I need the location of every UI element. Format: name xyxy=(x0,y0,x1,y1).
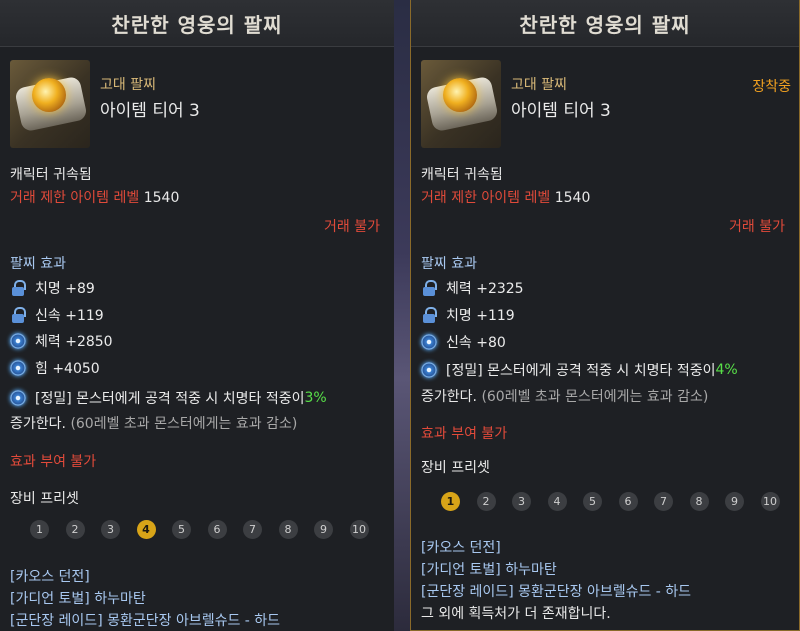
preset-8-button[interactable]: 8 xyxy=(278,520,298,539)
trade-status: 거래 불가 xyxy=(324,219,380,235)
lock-icon xyxy=(421,307,437,323)
acquisition-source: 그 외에 획득처가 더 존재합니다. xyxy=(421,606,611,622)
preset-1-button[interactable]: 1 xyxy=(30,520,49,539)
special-note: (60레벨 초과 몬스터에게는 효과 감소) xyxy=(481,389,709,405)
preset-6-button[interactable]: 6 xyxy=(618,492,638,511)
preset-6-button[interactable]: 6 xyxy=(207,520,227,539)
preset-list: 1 2 3 4 5 6 7 8 9 10 xyxy=(441,492,796,511)
stat-text: 치명 +89 xyxy=(35,281,95,297)
level-label: 거래 제한 아이템 레벨 xyxy=(10,190,140,206)
preset-4-button[interactable]: 4 xyxy=(547,492,567,511)
level-restriction: 거래 제한 아이템 레벨 1540 xyxy=(10,187,179,207)
preset-8-button[interactable]: 8 xyxy=(689,492,709,511)
level-value: 1540 xyxy=(554,190,591,206)
special-effect: [정밀] 몬스터에게 공격 적중 시 치명타 적중이 3% xyxy=(10,388,327,408)
swirl-icon xyxy=(10,359,26,376)
stat-text: 체력 +2325 xyxy=(446,281,524,297)
swirl-icon xyxy=(10,333,26,349)
acquisition-source[interactable]: [가디언 토벌] 하누마탄 xyxy=(10,588,146,608)
no-grant-text: 효과 부여 불가 xyxy=(421,426,508,442)
lock-icon xyxy=(10,280,26,296)
acquisition-source[interactable]: [카오스 던전] xyxy=(10,566,90,586)
special-text: [정밀] 몬스터에게 공격 적중 시 치명타 적중이 xyxy=(35,391,305,407)
special-value: 3% xyxy=(304,390,327,406)
stat-line: 치명 +89 xyxy=(10,278,95,298)
special-note: (60레벨 초과 몬스터에게는 효과 감소) xyxy=(70,416,298,432)
special-line2: 증가한다. xyxy=(421,389,477,405)
preset-3-button[interactable]: 3 xyxy=(101,520,120,539)
preset-9-button[interactable]: 9 xyxy=(725,492,744,511)
stat-line: 체력 +2850 xyxy=(10,331,113,351)
item-tier: 아이템 티어 3 xyxy=(511,101,611,121)
swirl-icon xyxy=(421,334,437,350)
preset-10-button[interactable]: 10 xyxy=(349,520,369,539)
stat-text: 신속 +119 xyxy=(35,307,104,324)
acquisition-source[interactable]: [가디언 토벌] 하누마탄 xyxy=(421,559,557,579)
special-value: 4% xyxy=(715,362,738,378)
preset-title: 장비 프리셋 xyxy=(10,491,79,507)
trade-status: 거래 불가 xyxy=(729,219,785,235)
lock-icon xyxy=(10,306,26,323)
item-tier: 아이템 티어 3 xyxy=(100,101,200,121)
bound-status: 캐릭터 귀속됨 xyxy=(421,167,503,183)
bound-status: 캐릭터 귀속됨 xyxy=(10,167,92,183)
acquisition-source[interactable]: [군단장 레이드] 몽환군단장 아브렐슈드 - 하드 xyxy=(10,610,280,630)
bracelet-icon xyxy=(421,60,501,148)
stat-line: 신속 +80 xyxy=(421,332,506,352)
tooltip-right: 찬란한 영웅의 팔찌 고대 팔찌 아이템 티어 3 장착중 캐릭터 귀속됨 거래… xyxy=(410,0,800,631)
preset-title: 장비 프리셋 xyxy=(421,460,490,476)
item-grade: 고대 팔찌 xyxy=(511,77,567,93)
special-effect-line2: 증가한다. (60레벨 초과 몬스터에게는 효과 감소) xyxy=(10,413,297,433)
stat-line: 힘 +4050 xyxy=(10,358,100,378)
special-line2: 증가한다. xyxy=(10,416,66,432)
preset-7-button[interactable]: 7 xyxy=(654,492,673,511)
item-summary: 고대 팔찌 아이템 티어 3 xyxy=(10,60,380,152)
special-effect: [정밀] 몬스터에게 공격 적중 시 치명타 적중이 4% xyxy=(421,360,738,380)
stat-text: 체력 +2850 xyxy=(35,334,113,350)
bracelet-icon xyxy=(10,60,90,148)
level-value: 1540 xyxy=(143,190,180,206)
effect-title: 팔찌 효과 xyxy=(10,256,66,272)
item-summary: 고대 팔찌 아이템 티어 3 장착중 xyxy=(421,60,791,152)
preset-5-button[interactable]: 5 xyxy=(583,492,602,511)
preset-9-button[interactable]: 9 xyxy=(314,520,333,539)
preset-4-button[interactable]: 4 xyxy=(136,520,156,539)
item-name: 찬란한 영웅의 팔찌 xyxy=(0,0,394,47)
preset-7-button[interactable]: 7 xyxy=(243,520,262,539)
lock-icon xyxy=(421,280,437,296)
stat-line: 치명 +119 xyxy=(421,305,515,325)
preset-10-button[interactable]: 10 xyxy=(760,492,780,511)
equipped-badge: 장착중 xyxy=(752,79,791,95)
swirl-icon xyxy=(10,390,26,406)
effect-title: 팔찌 효과 xyxy=(421,256,477,272)
preset-1-button[interactable]: 1 xyxy=(441,492,460,511)
item-name: 찬란한 영웅의 팔찌 xyxy=(411,0,799,47)
stat-line: 체력 +2325 xyxy=(421,278,524,298)
preset-3-button[interactable]: 3 xyxy=(512,492,531,511)
preset-2-button[interactable]: 2 xyxy=(65,520,85,539)
preset-list: 1 2 3 4 5 6 7 8 9 10 xyxy=(30,520,385,539)
stat-text: 치명 +119 xyxy=(446,308,515,324)
item-grade: 고대 팔찌 xyxy=(100,77,156,93)
acquisition-source[interactable]: [카오스 던전] xyxy=(421,537,501,557)
tooltip-left: 찬란한 영웅의 팔찌 고대 팔찌 아이템 티어 3 캐릭터 귀속됨 거래 제한 … xyxy=(0,0,394,631)
background-strip xyxy=(394,0,410,631)
level-label: 거래 제한 아이템 레벨 xyxy=(421,190,551,206)
stat-text: 힘 +4050 xyxy=(35,360,100,377)
no-grant-text: 효과 부여 불가 xyxy=(10,454,97,470)
stat-text: 신속 +80 xyxy=(446,335,506,351)
level-restriction: 거래 제한 아이템 레벨 1540 xyxy=(421,187,590,207)
special-effect-line2: 증가한다. (60레벨 초과 몬스터에게는 효과 감소) xyxy=(421,386,708,406)
special-text: [정밀] 몬스터에게 공격 적중 시 치명타 적중이 xyxy=(446,363,716,379)
preset-5-button[interactable]: 5 xyxy=(172,520,191,539)
swirl-icon xyxy=(421,362,437,378)
preset-2-button[interactable]: 2 xyxy=(476,492,496,511)
acquisition-source[interactable]: [군단장 레이드] 몽환군단장 아브렐슈드 - 하드 xyxy=(421,581,691,601)
stat-line: 신속 +119 xyxy=(10,305,104,325)
